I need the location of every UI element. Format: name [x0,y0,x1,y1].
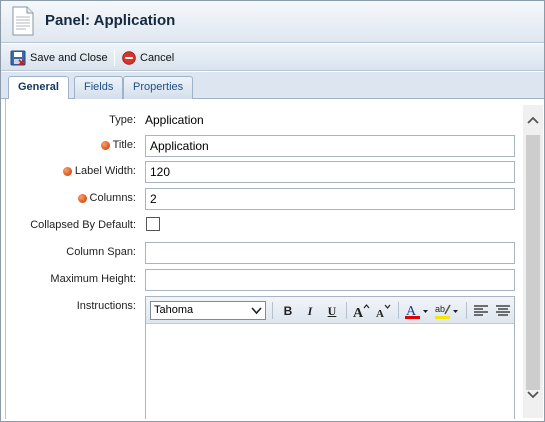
font-color-button[interactable]: A [404,302,430,320]
toolbar-separator [114,49,115,66]
bold-button[interactable]: B [279,302,297,320]
title-bar: Panel: Application [1,1,544,43]
label-width-label-group: Label Width: [62,165,136,177]
grow-font-icon: A [353,304,370,320]
scroll-down-arrow[interactable] [523,386,543,404]
align-left-button[interactable] [472,302,490,320]
instructions-editor: Tahoma B I U A A A ab [145,296,515,419]
scrollbar-thumb[interactable] [526,135,540,390]
chevron-down-icon [251,307,262,315]
tab-general[interactable]: General [8,76,69,100]
cancel-icon [122,50,136,65]
svg-text:A: A [353,306,364,320]
save-and-close-label: Save and Close [30,51,108,64]
chevron-down-icon [527,391,539,399]
tab-strip: General Fields Properties [1,72,544,100]
collapsed-row: Collapsed By Default: [6,214,516,238]
panel-window: Panel: Application Save and Close Cancel… [0,0,545,422]
underline-button[interactable]: U [323,302,341,320]
columns-field[interactable] [145,188,515,210]
cancel-button[interactable]: Cancel [122,48,174,67]
required-indicator-icon [100,140,110,150]
column-span-row: Column Span: [6,241,516,265]
type-value: Application [145,113,204,127]
editor-separator [346,302,347,319]
type-row: Type: Application [6,109,516,133]
columns-row: Columns: [6,187,516,211]
scroll-up-arrow[interactable] [523,111,543,129]
window-title: Panel: Application [45,12,176,29]
editor-separator [466,302,467,319]
tab-fields[interactable]: Fields [74,76,124,99]
shrink-font-icon: A [376,304,391,320]
editor-toolbar: Tahoma B I U A A A ab [146,297,514,324]
maximum-height-row: Maximum Height: [6,268,516,292]
collapsed-by-default-label: Collapsed By Default: [30,219,136,231]
label-width-row: Label Width: [6,160,516,184]
columns-label: Columns: [89,192,136,204]
general-tab-content: Type: Application Title: Label Width: Co… [5,99,519,419]
document-icon [12,6,34,36]
column-span-field[interactable] [145,242,515,264]
highlight-icon: ab [435,304,458,319]
title-row: Title: [6,134,516,158]
title-label: Title: [112,139,136,151]
font-family-value: Tahoma [154,304,194,316]
required-indicator-icon [77,193,87,203]
editor-separator [272,302,273,319]
highlight-color-button[interactable]: ab [434,302,460,320]
instructions-label: Instructions: [76,300,136,312]
align-center-button[interactable] [494,302,512,320]
align-left-icon [474,305,488,316]
editor-separator [398,302,399,319]
column-span-label: Column Span: [66,246,136,258]
maximum-height-field[interactable] [145,269,515,291]
collapsed-by-default-checkbox[interactable] [146,217,160,231]
italic-button[interactable]: I [301,302,319,320]
title-field[interactable] [145,135,515,157]
svg-text:A: A [376,308,384,320]
save-and-close-button[interactable]: Save and Close [10,48,108,67]
type-label: Type: [109,114,136,126]
save-icon [10,50,26,66]
svg-text:ab: ab [435,304,445,314]
tab-properties[interactable]: Properties [123,76,194,99]
align-center-icon [496,305,510,316]
cancel-label: Cancel [140,51,175,64]
vertical-scrollbar[interactable] [523,105,543,418]
title-label-group: Title: [100,139,136,151]
action-toolbar: Save and Close Cancel [1,44,544,71]
font-color-icon: A [405,304,428,319]
maximum-height-label: Maximum Height: [50,273,136,285]
font-family-select[interactable]: Tahoma [150,301,266,320]
columns-label-group: Columns: [77,192,136,204]
label-width-field[interactable] [145,161,515,183]
required-indicator-icon [62,166,72,176]
label-width-label: Label Width: [74,165,136,177]
grow-font-button[interactable]: A [352,302,370,320]
chevron-up-icon [527,116,539,124]
shrink-font-button[interactable]: A [374,302,392,320]
